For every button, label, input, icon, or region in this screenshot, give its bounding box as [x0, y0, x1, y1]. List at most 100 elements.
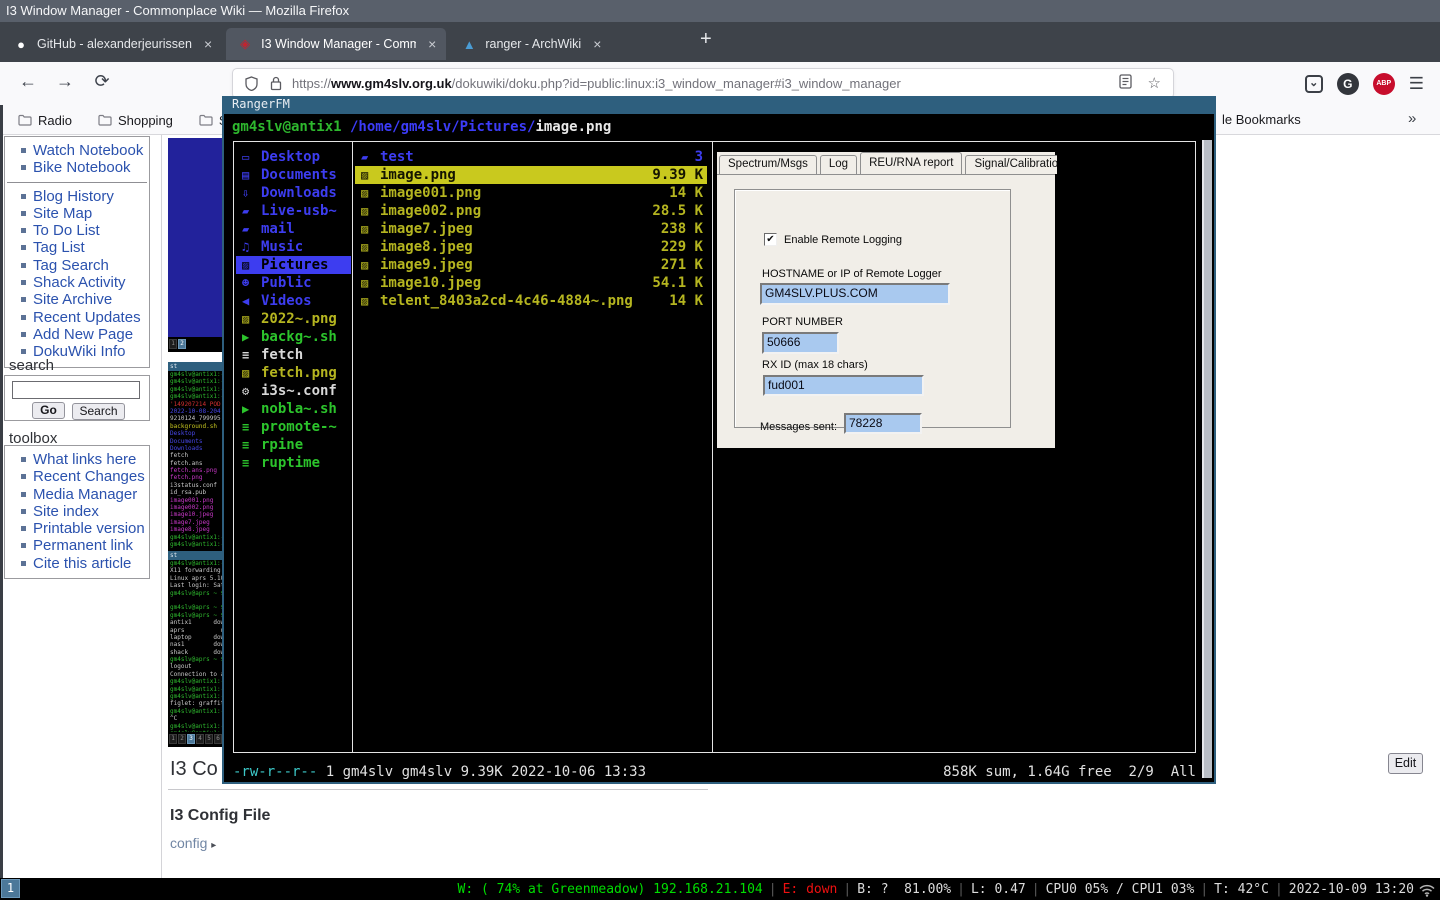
file-row[interactable]: ▤ Documents: [236, 166, 351, 184]
shield-icon[interactable]: [245, 76, 258, 91]
reader-mode-icon[interactable]: [1119, 74, 1132, 93]
terminal-line: Desktop: [168, 430, 222, 437]
toolbox-link[interactable]: Printable version: [5, 520, 149, 537]
ranger-window: RangerFM gm4slv@antix1 /home/gm4slv/Pict…: [222, 96, 1216, 784]
file-row[interactable]: ⚙ i3s~.conf: [236, 382, 351, 400]
file-row[interactable]: ▰ mail: [236, 220, 351, 238]
file-row[interactable]: ⇩ Downloads: [236, 184, 351, 202]
file-row[interactable]: ▨ image002.png 28.5 K: [355, 202, 707, 220]
file-row[interactable]: ▶ backg~.sh: [236, 328, 351, 346]
file-row[interactable]: ≡ fetch: [236, 346, 351, 364]
terminal-line: image7.jpeg: [168, 519, 222, 526]
pocket-icon[interactable]: ⌄: [1305, 75, 1323, 93]
sidebar-link[interactable]: Recent Updates: [5, 309, 149, 326]
bullet-icon: [21, 474, 26, 479]
file-row[interactable]: ▰ test 3: [355, 148, 707, 166]
terminal-line: gm4slv@antix1:-: [168, 708, 222, 715]
sidebar-link[interactable]: To Do List: [5, 222, 149, 239]
search-button[interactable]: Search: [72, 403, 125, 420]
sidebar-link[interactable]: Tag Search: [5, 257, 149, 274]
tab-close-icon[interactable]: ×: [593, 36, 601, 52]
file-row[interactable]: ▰ Live-usb~: [236, 202, 351, 220]
bookmark-folder[interactable]: Shopping: [98, 113, 173, 128]
bullet-icon: [21, 245, 26, 250]
file-name: image8.jpeg: [380, 238, 473, 256]
file-row[interactable]: ▶ nobla~.sh: [236, 400, 351, 418]
status-segment: E: down: [763, 882, 838, 897]
file-row[interactable]: ◀ Videos: [236, 292, 351, 310]
file-size: 54.1 K: [652, 274, 703, 292]
edit-button[interactable]: Edit: [1388, 753, 1423, 774]
file-row[interactable]: ▨ 2022~.png: [236, 310, 351, 328]
file-row[interactable]: ▨ Pictures: [236, 256, 351, 274]
bookmark-star-icon[interactable]: ☆: [1148, 74, 1161, 93]
forward-button[interactable]: →: [52, 71, 78, 92]
hamburger-menu-icon[interactable]: ☰: [1409, 74, 1424, 94]
file-row[interactable]: ≡ ruptime: [236, 454, 351, 472]
new-tab-button[interactable]: +: [700, 28, 712, 51]
sidebar-link[interactable]: Site Archive: [5, 291, 149, 308]
bullet-icon: [21, 543, 26, 548]
search-input[interactable]: [12, 381, 140, 399]
bullet-icon: [21, 280, 26, 285]
sidebar-link[interactable]: Watch Notebook: [5, 142, 149, 159]
file-type-icon: ≡: [242, 346, 261, 364]
file-row[interactable]: ≡ rpine: [236, 436, 351, 454]
file-row[interactable]: ▨ image9.jpeg 271 K: [355, 256, 707, 274]
sidebar-link[interactable]: Site Map: [5, 205, 149, 222]
toolbox-link[interactable]: Recent Changes: [5, 468, 149, 485]
tab-close-icon[interactable]: ×: [428, 36, 436, 52]
file-row[interactable]: ▨ fetch.png: [236, 364, 351, 382]
config-fold-link[interactable]: config ▸: [170, 835, 216, 851]
file-row[interactable]: ▨ image8.jpeg 229 K: [355, 238, 707, 256]
toolbox-link[interactable]: Cite this article: [5, 555, 149, 572]
url-bar[interactable]: https://www.gm4slv.org.uk/dokuwiki/doku.…: [233, 69, 1173, 98]
bookmark-folder[interactable]: Radio: [18, 113, 72, 128]
file-row[interactable]: ≡ promote-~: [236, 418, 351, 436]
sidebar-link[interactable]: Bike Notebook: [5, 159, 149, 176]
bookmarks-overflow-chevron[interactable]: »: [1408, 110, 1414, 127]
url-text[interactable]: https://www.gm4slv.org.uk/dokuwiki/doku.…: [292, 76, 901, 91]
file-row[interactable]: ▨ image001.png 14 K: [355, 184, 707, 202]
file-type-icon: ▨: [242, 310, 261, 328]
terminal-line: image002.png: [168, 504, 222, 511]
toolbox-link[interactable]: Permanent link: [5, 537, 149, 554]
file-row[interactable]: ♫ Music: [236, 238, 351, 256]
workspace-badge[interactable]: 1: [1, 879, 20, 898]
toolbox-link[interactable]: What links here: [5, 451, 149, 468]
file-row[interactable]: ☻ Public: [236, 274, 351, 292]
file-row[interactable]: ▨ image.png 9.39 K: [355, 166, 707, 184]
file-row[interactable]: ▨ image10.jpeg 54.1 K: [355, 274, 707, 292]
toolbox-link[interactable]: Site index: [5, 503, 149, 520]
go-button[interactable]: Go: [32, 402, 65, 419]
file-name: Pictures: [261, 256, 328, 274]
sidebar-nav-box: Watch NotebookBike Notebook Blog History…: [4, 136, 150, 368]
terminal-line: i3status.conf: [168, 482, 222, 489]
account-avatar[interactable]: G: [1337, 73, 1359, 95]
lock-icon[interactable]: [270, 76, 282, 91]
reload-button[interactable]: ⟳: [89, 71, 115, 92]
adblock-icon[interactable]: ABP: [1373, 73, 1395, 95]
bullet-icon: [21, 526, 26, 531]
terminal-line: Connection to a: [168, 671, 222, 678]
ranger-window-titlebar[interactable]: RangerFM: [222, 96, 1216, 114]
sidebar-link[interactable]: Blog History: [5, 188, 149, 205]
terminal-line: image8.jpeg: [168, 526, 222, 533]
sidebar-link[interactable]: Shack Activity: [5, 274, 149, 291]
browser-tab[interactable]: ● GitHub - alexanderjeurissen ×: [2, 28, 222, 60]
back-button[interactable]: ←: [15, 71, 41, 92]
wifi-tray-icon[interactable]: [1419, 882, 1435, 900]
file-row[interactable]: ▨ telent_8403a2cd-4c46-4884~.png 14 K: [355, 292, 707, 310]
browser-tab[interactable]: ◈ I3 Window Manager - Comm ×: [226, 28, 446, 60]
terminal-line: gm4slv@antix1:-: [168, 386, 222, 393]
workspace-mini-badge: 5: [205, 734, 213, 744]
ranger-scrollbar[interactable]: [1202, 140, 1212, 778]
browser-tab[interactable]: ▲ ranger - ArchWiki ×: [450, 28, 611, 60]
tab-close-icon[interactable]: ×: [204, 36, 212, 52]
file-row[interactable]: ▨ image7.jpeg 238 K: [355, 220, 707, 238]
sidebar-link[interactable]: Tag List: [5, 239, 149, 256]
file-row[interactable]: ▭ Desktop: [236, 148, 351, 166]
bookmark-label-partial[interactable]: le Bookmarks: [1222, 112, 1301, 127]
sidebar-link[interactable]: Add New Page: [5, 326, 149, 343]
toolbox-link[interactable]: Media Manager: [5, 486, 149, 503]
